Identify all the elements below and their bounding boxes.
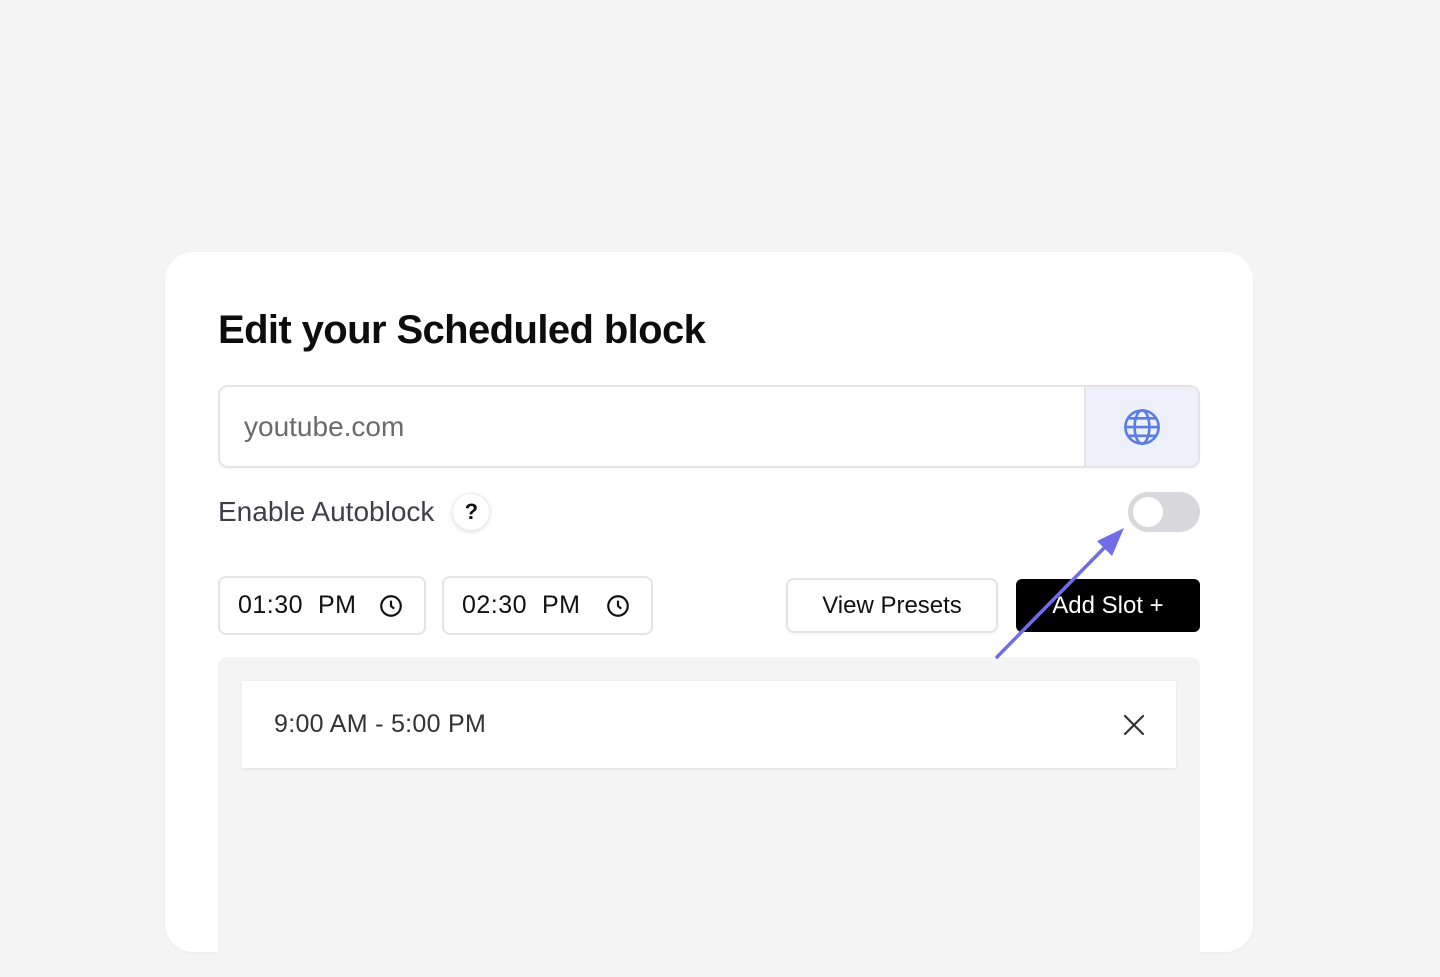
list-item: 9:00 AM - 5:00 PM [242, 681, 1176, 768]
clock-icon[interactable] [378, 593, 404, 619]
dialog-title: Edit your Scheduled block [218, 308, 706, 352]
help-button[interactable]: ? [452, 493, 491, 531]
clock-icon[interactable] [605, 593, 631, 619]
end-time-field[interactable]: 02:30 PM [442, 576, 653, 635]
slot-time-range: 9:00 AM - 5:00 PM [274, 710, 487, 738]
autoblock-row: Enable Autoblock ? [218, 492, 1200, 532]
toggle-knob [1133, 497, 1163, 527]
close-icon[interactable] [1122, 713, 1146, 737]
view-presets-button[interactable]: View Presets [786, 578, 998, 633]
autoblock-toggle[interactable] [1128, 492, 1200, 532]
autoblock-label: Enable Autoblock [218, 496, 435, 527]
slots-list: 9:00 AM - 5:00 PM [218, 657, 1200, 977]
end-time-value: 02:30 PM [462, 591, 581, 619]
start-time-value: 01:30 PM [238, 591, 357, 619]
scheduled-block-dialog: Edit your Scheduled block Enable Autoblo… [165, 252, 1253, 977]
add-slot-button[interactable]: Add Slot + [1016, 579, 1200, 632]
globe-button[interactable] [1084, 387, 1198, 466]
globe-icon [1124, 408, 1160, 445]
url-input[interactable] [220, 387, 1084, 466]
url-field-group [218, 385, 1200, 468]
start-time-field[interactable]: 01:30 PM [218, 576, 426, 635]
slot-controls: 01:30 PM 02:30 PM View Presets Add Slot … [218, 576, 1200, 636]
